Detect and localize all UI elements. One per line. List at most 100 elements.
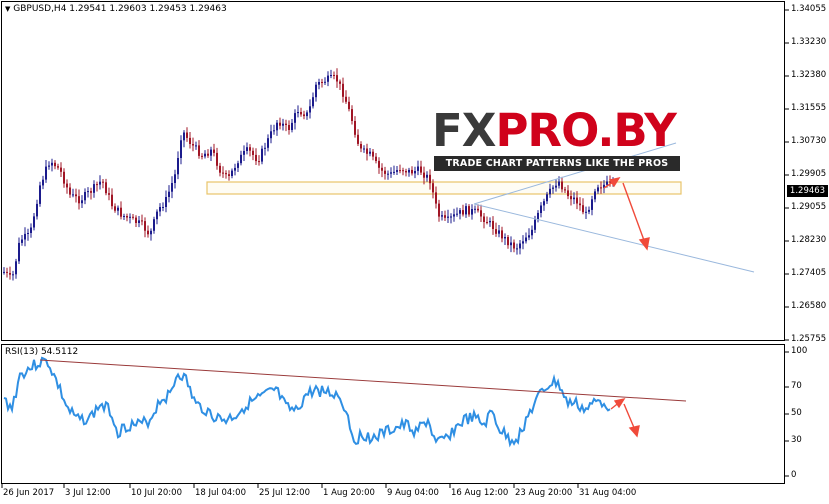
candle-body <box>54 162 56 167</box>
price-label-10: 1.25755 <box>791 334 827 344</box>
candle-body <box>249 147 251 151</box>
candle-body <box>339 81 341 84</box>
candle-body <box>288 125 290 130</box>
candle-body <box>360 144 362 149</box>
candle-body <box>420 166 422 173</box>
rsi-label: RSI(13) 54.5112 <box>5 347 79 357</box>
candle-body <box>153 219 155 231</box>
candle-body <box>402 170 404 172</box>
logo-tagline: TRADE CHART PATTERNS LIKE THE PROS <box>434 156 680 171</box>
candle-body <box>459 210 461 214</box>
candle-body <box>495 229 497 234</box>
candle-body <box>462 210 464 215</box>
rsi-level-50: 50 <box>791 408 802 418</box>
candle-body <box>408 169 410 173</box>
candle-body <box>573 197 575 200</box>
candle-body <box>186 132 188 138</box>
candle-body <box>168 191 170 197</box>
candle-body <box>549 188 551 195</box>
candle-body <box>279 122 281 126</box>
candle-body <box>414 171 416 174</box>
price-label-8: 1.27405 <box>791 268 827 278</box>
candle-body <box>126 216 128 218</box>
candle-body <box>525 237 527 242</box>
logo-left-part: FX <box>432 104 496 157</box>
candle-body <box>9 273 11 275</box>
candle-body <box>591 199 593 210</box>
candle-body <box>108 193 110 195</box>
candle-body <box>594 191 596 200</box>
rsi-level-100: 100 <box>791 346 808 356</box>
candle-body <box>411 169 413 174</box>
candle-body <box>348 101 350 110</box>
candle-body <box>81 200 83 204</box>
candle-body <box>216 152 218 166</box>
candle-body <box>138 220 140 223</box>
price-label-0: 1.34055 <box>791 4 827 14</box>
candle-body <box>357 134 359 144</box>
candle-body <box>426 174 428 178</box>
candle-body <box>33 216 35 228</box>
candle-body <box>51 162 53 166</box>
candle-body <box>387 173 389 175</box>
candle-body <box>468 206 470 215</box>
candle-body <box>105 182 107 194</box>
time-label-1: 3 Jul 12:00 <box>65 488 111 498</box>
candle-body <box>93 184 95 193</box>
candle-body <box>519 243 521 249</box>
candle-body <box>417 166 419 171</box>
candle-body <box>471 209 473 215</box>
candle-body <box>24 233 26 240</box>
candle-body <box>435 192 437 204</box>
main-chart-panel[interactable] <box>1 1 785 341</box>
current-price-tag: 1.29463 <box>787 185 828 197</box>
candle-body <box>294 113 296 123</box>
candle-body <box>477 208 479 211</box>
candle-body <box>111 194 113 207</box>
candle-body <box>246 147 248 151</box>
candle-body <box>441 215 443 217</box>
candle-body <box>570 196 572 200</box>
candle-body <box>135 217 137 223</box>
candle-body <box>267 138 269 148</box>
candle-body <box>12 274 14 276</box>
candle-body <box>141 220 143 222</box>
candle-body <box>384 170 386 174</box>
candle-body <box>243 151 245 155</box>
candle-body <box>369 151 371 154</box>
candle-body <box>291 122 293 130</box>
candle-body <box>309 106 311 113</box>
chart-window[interactable]: ▼ GBPUSD,H4 1.29541 1.29603 1.29453 1.29… <box>0 0 829 504</box>
candle-body <box>378 160 380 168</box>
candle-body <box>312 97 314 107</box>
candle-body <box>600 187 602 189</box>
candle-body <box>201 155 203 157</box>
candle-body <box>321 82 323 83</box>
candle-body <box>450 216 452 218</box>
candle-body <box>63 171 65 184</box>
candle-body <box>225 173 227 175</box>
candle-body <box>507 237 509 246</box>
time-label-8: 23 Aug 20:00 <box>515 488 573 498</box>
candle-body <box>264 147 266 149</box>
candle-body <box>180 140 182 158</box>
candle-body <box>372 151 374 157</box>
candle-body <box>147 230 149 235</box>
candle-body <box>252 150 254 155</box>
price-label-6: 1.29055 <box>791 202 827 212</box>
candle-body <box>552 187 554 189</box>
candle-body <box>396 170 398 172</box>
candle-body <box>399 170 401 172</box>
candle-body <box>132 216 134 218</box>
candle-body <box>276 122 278 131</box>
chart-canvas[interactable] <box>0 0 829 504</box>
time-label-6: 9 Aug 04:00 <box>387 488 439 498</box>
candle-body <box>456 213 458 215</box>
candle-body <box>282 123 284 126</box>
candle-body <box>189 137 191 144</box>
candle-body <box>48 165 50 167</box>
candle-body <box>480 210 482 217</box>
price-label-9: 1.26580 <box>791 301 827 311</box>
candle-body <box>537 212 539 220</box>
candle-body <box>129 216 131 218</box>
